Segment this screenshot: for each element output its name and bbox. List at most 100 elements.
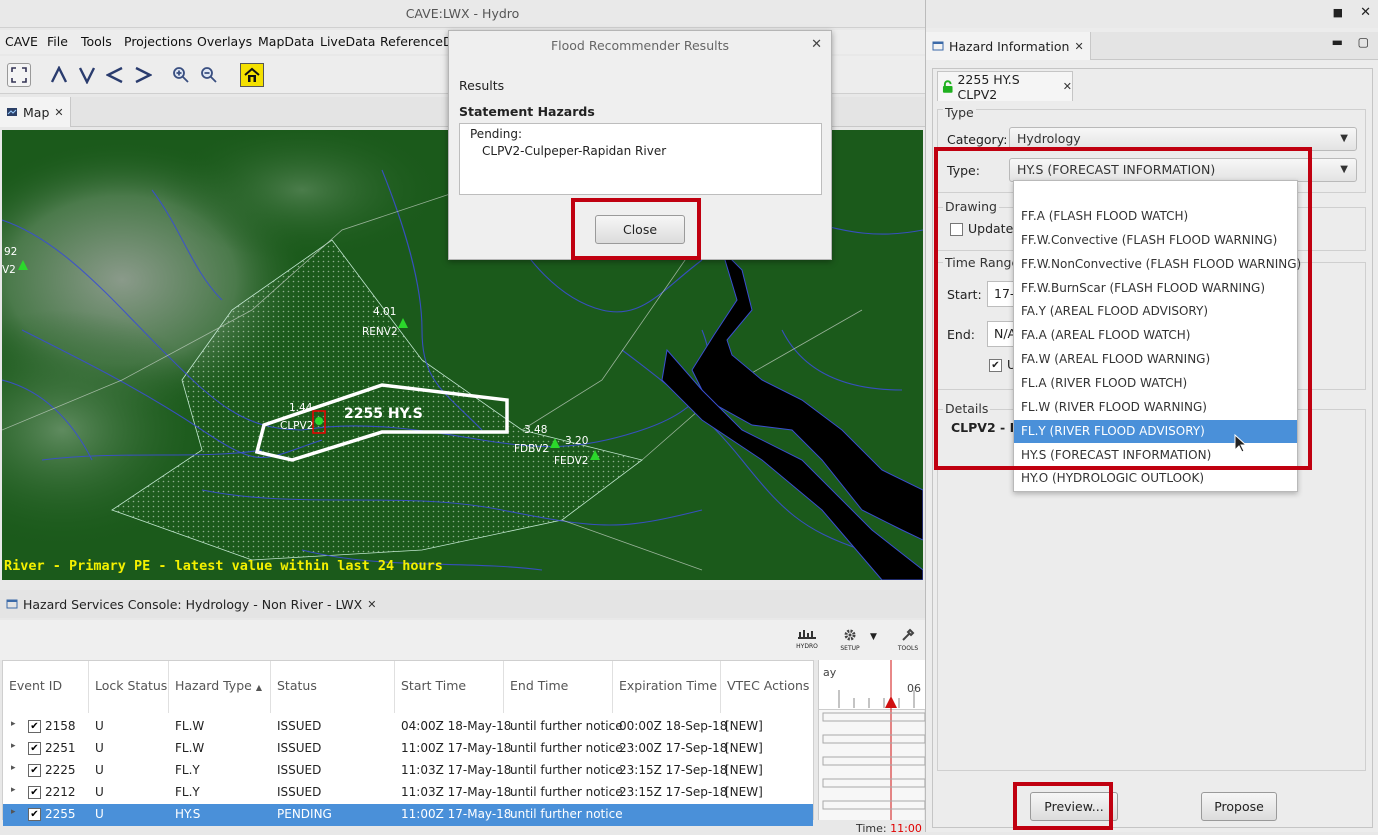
close-icon[interactable]: ✕ xyxy=(367,598,376,611)
column-header-hazard-type[interactable]: Hazard Type ▲ xyxy=(169,661,271,713)
tab-hazard-services-console[interactable]: Hazard Services Console: Hydrology - Non… xyxy=(0,590,382,618)
tab-event-2255[interactable]: 2255 HY.S CLPV2 ✕ xyxy=(937,71,1073,102)
cell-vtec: [NEW] xyxy=(725,741,763,755)
pan-right-icon[interactable] xyxy=(131,63,155,87)
tools-wrench-icon[interactable]: TOOLS xyxy=(896,628,920,652)
close-icon[interactable]: ✕ xyxy=(1063,80,1072,93)
table-row[interactable]: ▸ ✔ 2158 U FL.W ISSUED 04:00Z 18-May-18 until f… xyxy=(3,716,813,738)
maximize-icon[interactable]: ▢ xyxy=(1358,35,1369,49)
annotation-box xyxy=(571,198,701,260)
column-header-lock-status[interactable]: Lock Status xyxy=(89,661,169,713)
table-row[interactable]: ▸ ✔ 2212 U FL.Y ISSUED 11:03Z 17-May-18 until f… xyxy=(3,782,813,804)
cell-lock: U xyxy=(95,763,104,777)
cell-lock: U xyxy=(95,807,104,821)
hazard-polygon-label: 2255 HY.S xyxy=(344,406,423,422)
pending-item[interactable]: CLPV2-Culpeper-Rapidan River xyxy=(470,143,811,160)
menu-projections[interactable]: Projections xyxy=(124,34,192,49)
station-value: 92 xyxy=(4,246,18,258)
table-row[interactable]: ▸ ✔ 2251 U FL.W ISSUED 11:00Z 17-May-18 until f… xyxy=(3,738,813,760)
map-status-text: River - Primary PE - latest value within… xyxy=(4,558,443,574)
row-checkbox[interactable]: ✔ xyxy=(28,742,41,755)
close-icon[interactable]: ✕ xyxy=(1360,5,1371,20)
current-time: Time: 11:00 xyxy=(856,822,922,835)
zoom-out-icon[interactable] xyxy=(197,63,221,87)
cell-end: until further notice xyxy=(510,785,623,799)
home-icon[interactable] xyxy=(240,63,264,87)
station-label: CLPV2 xyxy=(280,420,314,432)
menu-tools[interactable]: Tools xyxy=(81,34,112,49)
pan-left-icon[interactable] xyxy=(103,63,127,87)
menu-cave[interactable]: CAVE xyxy=(5,34,38,49)
cell-type: FL.Y xyxy=(175,763,200,777)
expand-row-icon[interactable]: ▸ xyxy=(11,807,16,817)
zoom-extent-icon[interactable] xyxy=(7,63,31,87)
column-header-expiration-time[interactable]: Expiration Time xyxy=(613,661,721,713)
window-icon xyxy=(6,599,18,609)
minimize-icon[interactable]: ▬ xyxy=(1332,35,1343,49)
pan-up-icon[interactable] xyxy=(47,63,71,87)
expand-row-icon[interactable]: ▸ xyxy=(11,741,16,751)
menu-mapdata[interactable]: MapData xyxy=(258,34,314,49)
hydro-tool-icon[interactable]: HYDRO xyxy=(795,628,819,650)
statement-hazards-list[interactable]: Pending: CLPV2-Culpeper-Rapidan River xyxy=(459,123,822,195)
type-group-label: Type xyxy=(943,105,976,120)
hazard-window-titlebar: ■ ✕ xyxy=(926,0,1378,28)
cell-type: FL.W xyxy=(175,719,205,733)
pan-down-icon[interactable] xyxy=(75,63,99,87)
dialog-title: Flood Recommender Results xyxy=(550,38,730,53)
close-icon[interactable]: ✕ xyxy=(811,37,822,52)
row-checkbox[interactable]: ✔ xyxy=(28,808,41,821)
zoom-in-icon[interactable] xyxy=(169,63,193,87)
tab-hazard-information[interactable]: Hazard Information ✕ xyxy=(926,32,1091,60)
propose-button[interactable]: Propose xyxy=(1201,792,1277,821)
column-header-status[interactable]: Status xyxy=(271,661,395,713)
expand-row-icon[interactable]: ▸ xyxy=(11,763,16,773)
cell-event-id: 2212 xyxy=(45,785,76,799)
cell-lock: U xyxy=(95,785,104,799)
column-header-vtec-actions[interactable]: VTEC Actions xyxy=(721,661,813,713)
station-label: RENV2 xyxy=(362,326,398,338)
cell-status: ISSUED xyxy=(277,785,322,799)
setup-gear-icon[interactable]: SETUP xyxy=(838,628,862,652)
row-checkbox[interactable]: ✔ xyxy=(28,720,41,733)
station-label: FDBV2 xyxy=(514,443,549,455)
cell-start: 11:00Z 17-May-18 xyxy=(401,807,512,821)
cell-event-id: 2251 xyxy=(45,741,76,755)
timeline-panel[interactable]: ay 06 xyxy=(818,660,925,820)
row-checkbox[interactable]: ✔ xyxy=(28,764,41,777)
cell-exp: 23:15Z 17-Sep-18 xyxy=(619,785,728,799)
cell-end: until further notice xyxy=(510,763,623,777)
column-header-start-time[interactable]: Start Time xyxy=(395,661,504,713)
menu-livedata[interactable]: LiveData xyxy=(320,34,375,49)
close-icon[interactable]: ✕ xyxy=(54,106,63,119)
cell-event-id: 2255 xyxy=(45,807,76,821)
cell-status: ISSUED xyxy=(277,741,322,755)
type-option[interactable]: HY.O (HYDROLOGIC OUTLOOK) xyxy=(1014,467,1297,490)
tab-map[interactable]: Map ✕ xyxy=(0,97,71,127)
chevron-down-icon[interactable]: ▼ xyxy=(870,632,877,642)
statement-hazards-label: Statement Hazards xyxy=(459,104,595,119)
cell-type: HY.S xyxy=(175,807,201,821)
close-icon[interactable]: ✕ xyxy=(1074,40,1083,53)
column-header-event-id[interactable]: Event ID xyxy=(3,661,89,713)
cell-exp: 23:00Z 17-Sep-18 xyxy=(619,741,728,755)
cell-exp: 23:15Z 17-Sep-18 xyxy=(619,763,728,777)
column-header-end-time[interactable]: End Time xyxy=(504,661,613,713)
row-checkbox[interactable]: ✔ xyxy=(28,786,41,799)
table-row[interactable]: ▸ ✔ 2225 U FL.Y ISSUED 11:03Z 17-May-18 until f… xyxy=(3,760,813,782)
cell-vtec: [NEW] xyxy=(725,719,763,733)
expand-row-icon[interactable]: ▸ xyxy=(11,785,16,795)
unlock-icon xyxy=(942,79,953,93)
menu-overlays[interactable]: Overlays xyxy=(197,34,252,49)
cell-start: 11:03Z 17-May-18 xyxy=(401,763,512,777)
menu-file[interactable]: File xyxy=(47,34,68,49)
cell-vtec: [NEW] xyxy=(725,785,763,799)
restore-icon[interactable]: ■ xyxy=(1333,6,1343,19)
cell-event-id: 2225 xyxy=(45,763,76,777)
console-tab-bar: Hazard Services Console: Hydrology - Non… xyxy=(0,590,925,618)
station-value: 1.44 xyxy=(289,402,313,414)
annotation-box xyxy=(1013,782,1113,830)
table-row[interactable]: ▸ ✔ 2255 U HY.S PENDING 11:00Z 17-May-18 until … xyxy=(3,804,813,826)
expand-row-icon[interactable]: ▸ xyxy=(11,719,16,729)
station-label: FEDV2 xyxy=(554,455,589,467)
